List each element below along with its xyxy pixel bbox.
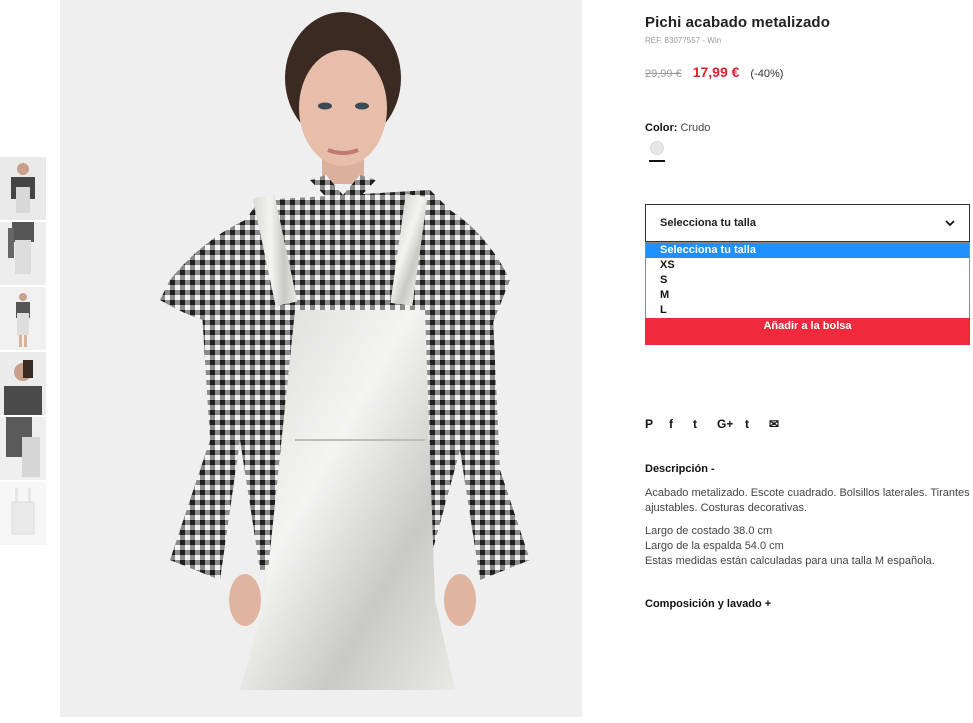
product-reference: REF. 83077557 - Win: [645, 36, 722, 45]
pinterest-icon[interactable]: P: [645, 417, 669, 431]
email-icon[interactable]: ✉: [769, 417, 793, 431]
chevron-down-icon: [945, 220, 955, 227]
color-selector: Color: Crudo: [645, 122, 971, 162]
thumbnail-4[interactable]: [0, 352, 46, 415]
facebook-icon[interactable]: f: [669, 417, 693, 431]
thumbnail-strip: [0, 157, 46, 547]
size-select[interactable]: Selecciona tu talla: [645, 204, 970, 242]
tumblr-icon[interactable]: t: [745, 417, 769, 431]
googleplus-icon[interactable]: G+: [717, 417, 745, 431]
composition-heading[interactable]: Composición y lavado +: [645, 598, 771, 610]
size-select-value: Selecciona tu talla: [660, 217, 756, 229]
selected-swatch-indicator: [649, 160, 665, 162]
product-main-image[interactable]: [60, 0, 582, 717]
size-dropdown-list: Selecciona tu talla XS S M L: [645, 242, 970, 319]
price-row: 29,99 € 17,99 € (-40%): [645, 64, 971, 80]
description-text: Acabado metalizado. Escote cuadrado. Bol…: [645, 487, 970, 514]
color-swatch-crudo[interactable]: [650, 141, 664, 155]
twitter-icon[interactable]: t: [693, 417, 717, 431]
size-option-xs[interactable]: XS: [646, 258, 969, 273]
size-option-placeholder[interactable]: Selecciona tu talla: [646, 243, 969, 258]
thumbnail-6[interactable]: [0, 482, 46, 545]
thumbnail-3[interactable]: [0, 287, 46, 350]
product-info-panel: Pichi acabado metalizado REF. 83077557 -…: [645, 14, 971, 610]
original-price: 29,99 €: [645, 68, 682, 80]
thumbnail-5[interactable]: [0, 417, 46, 480]
size-option-s[interactable]: S: [646, 273, 969, 288]
thumbnail-2[interactable]: [0, 222, 46, 285]
description-heading[interactable]: Descripción -: [645, 463, 715, 475]
measure-note: Estas medidas están calculadas para una …: [645, 555, 935, 567]
thumbnail-1[interactable]: [0, 157, 46, 220]
description-body: Acabado metalizado. Escote cuadrado. Bol…: [645, 486, 970, 569]
sale-price: 17,99 €: [692, 64, 740, 80]
size-option-m[interactable]: M: [646, 288, 969, 303]
product-title: Pichi acabado metalizado: [645, 14, 830, 31]
measure-side: Largo de costado 38.0 cm: [645, 525, 773, 537]
discount-badge: (-40%): [750, 68, 784, 80]
color-value: Crudo: [680, 122, 711, 134]
add-to-bag-button[interactable]: Añadir a la bolsa: [645, 318, 970, 345]
color-label: Color:: [645, 122, 678, 134]
measure-back: Largo de la espalda 54.0 cm: [645, 540, 784, 552]
share-bar: P f t G+ t ✉: [645, 417, 793, 431]
size-option-l[interactable]: L: [646, 303, 969, 318]
